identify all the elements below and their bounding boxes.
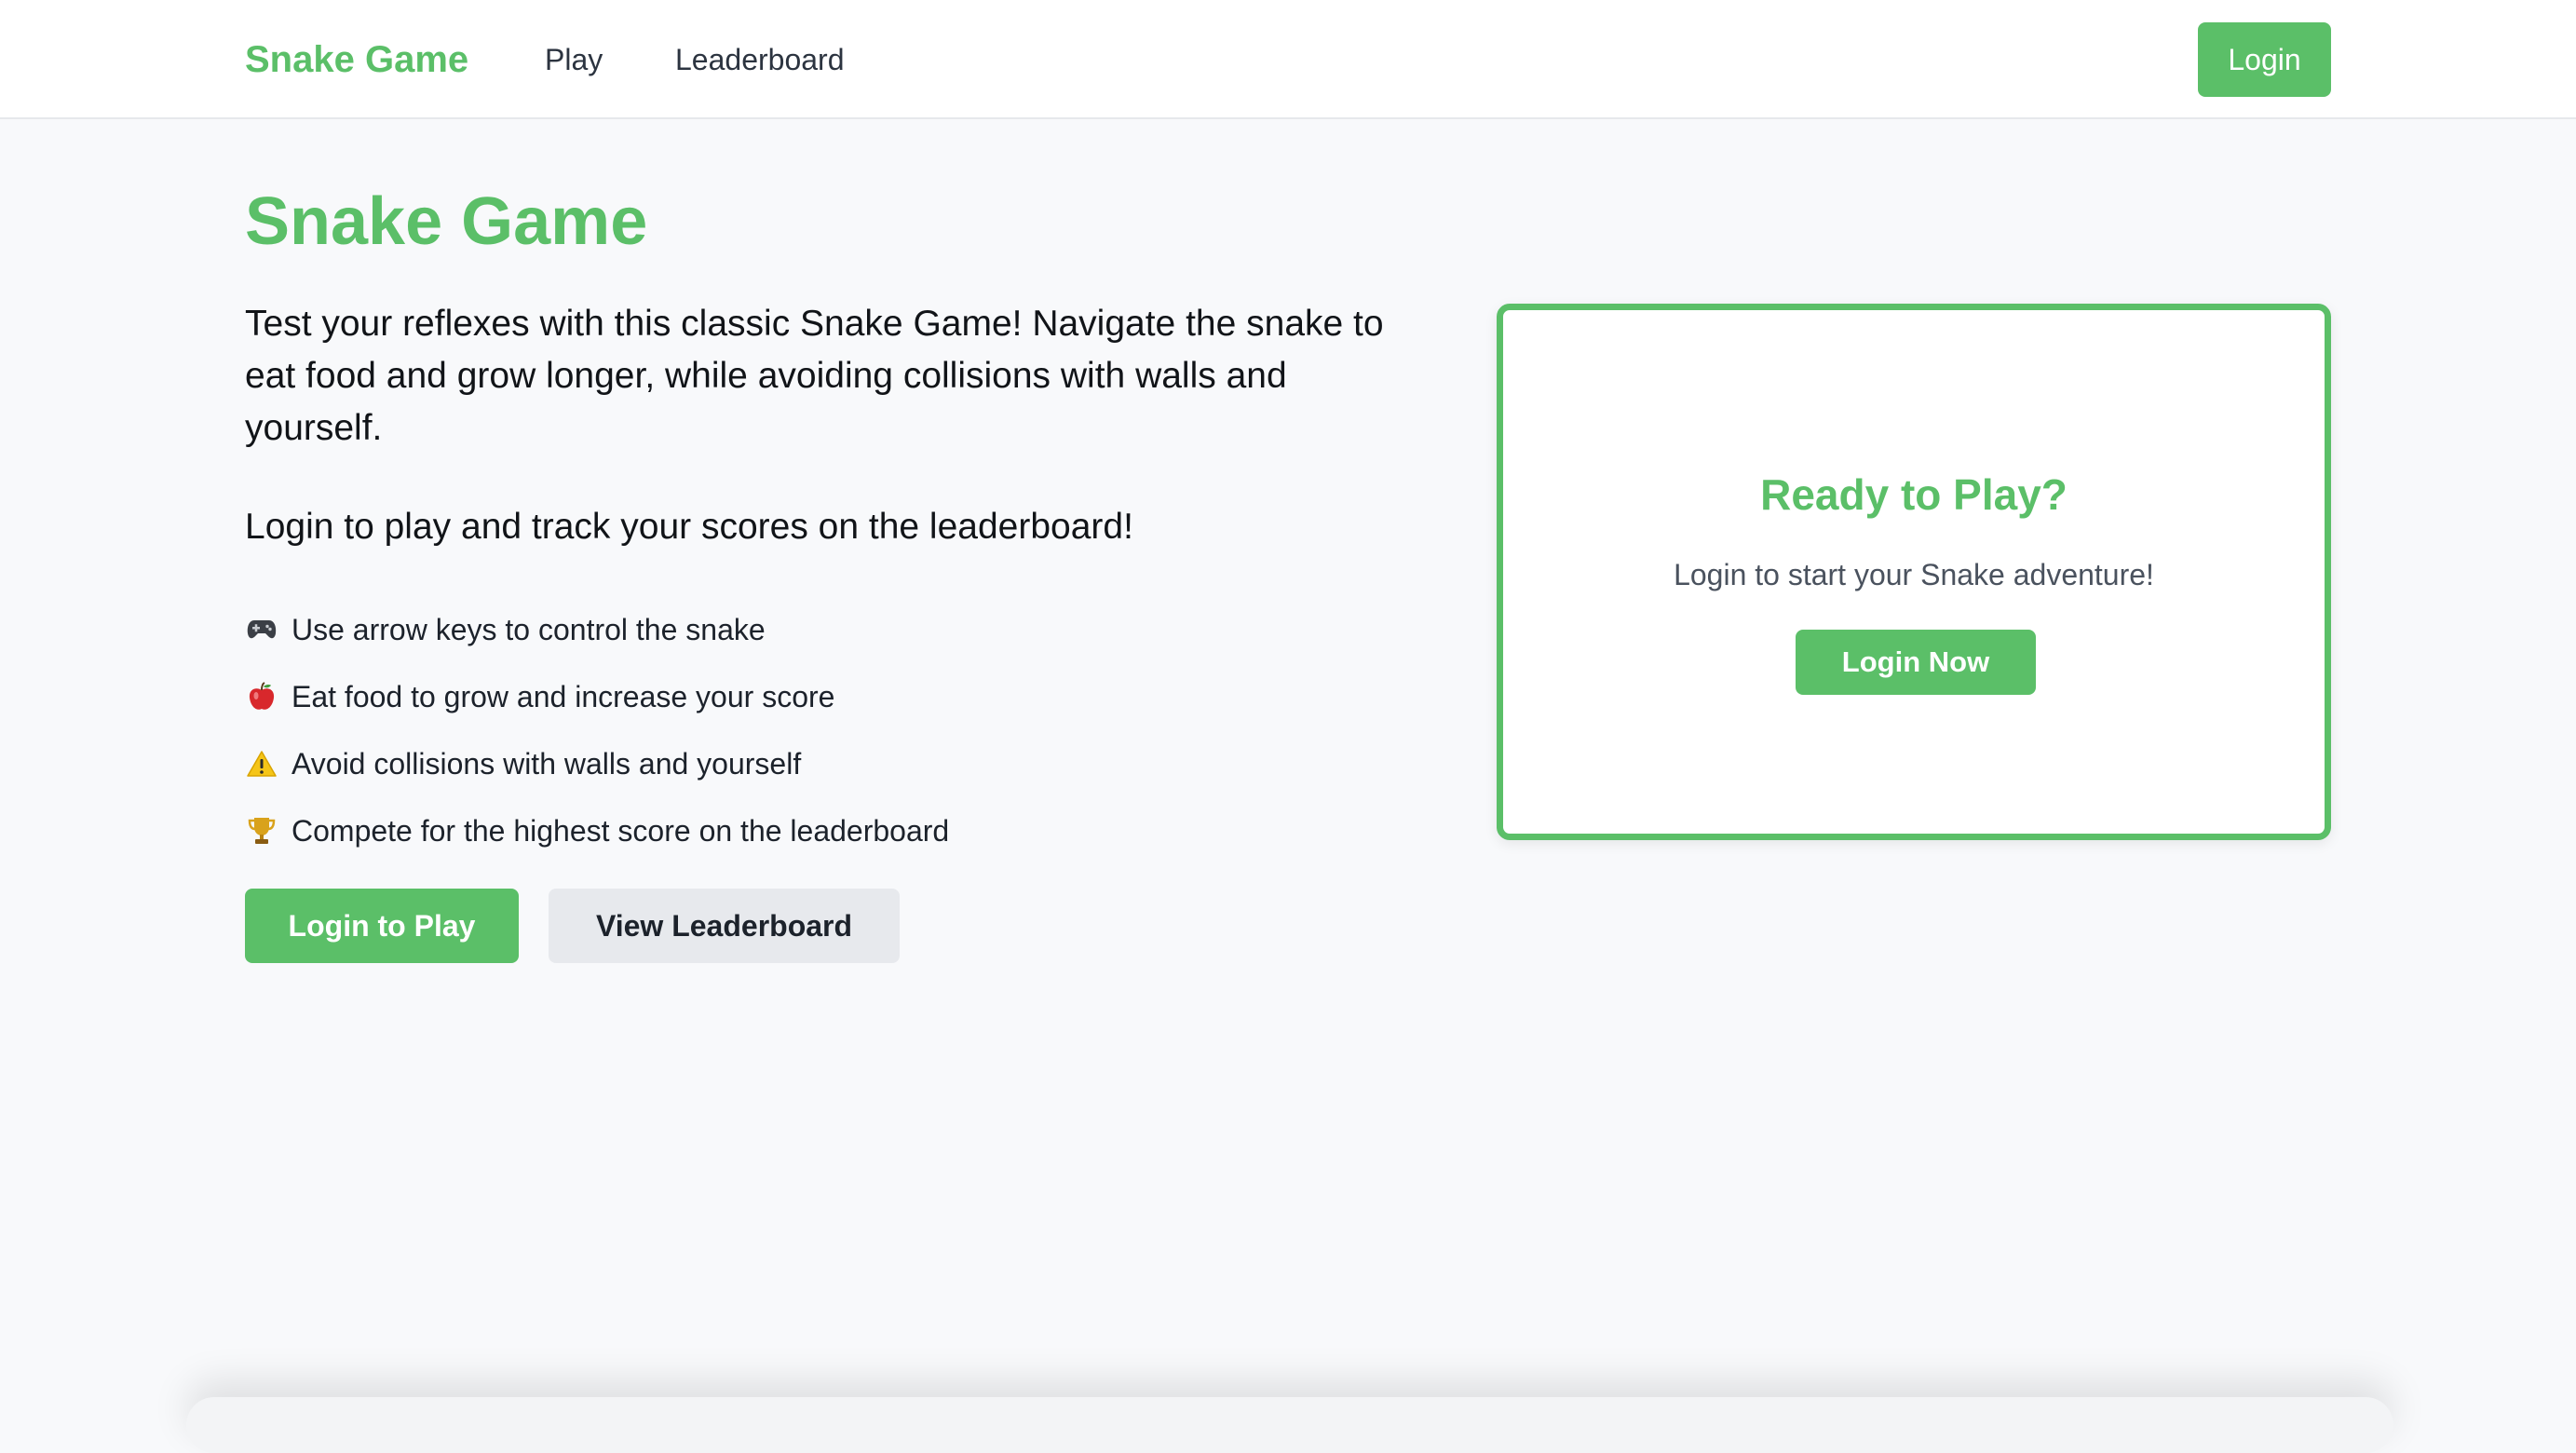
trophy-icon	[245, 814, 278, 848]
nav-link-leaderboard[interactable]: Leaderboard	[675, 41, 844, 78]
warning-icon	[245, 747, 278, 781]
card-subtitle: Login to start your Snake adventure!	[1674, 558, 2154, 591]
nav-login-button[interactable]: Login	[2198, 22, 2331, 97]
login-prompt-text: Login to play and track your scores on t…	[245, 507, 1133, 547]
card-title: Ready to Play?	[1760, 470, 2068, 519]
feature-text: Compete for the highest score on the lea…	[291, 813, 950, 848]
login-to-play-button[interactable]: Login to Play	[245, 889, 519, 963]
brand-logo[interactable]: Snake Game	[245, 37, 468, 82]
feature-item: Compete for the highest score on the lea…	[245, 797, 949, 864]
feature-item: Avoid collisions with walls and yourself	[245, 730, 949, 797]
navbar: Snake Game Play Leaderboard Login	[0, 0, 2576, 119]
gamepad-icon	[245, 613, 278, 646]
login-now-button[interactable]: Login Now	[1796, 630, 2036, 695]
view-leaderboard-button[interactable]: View Leaderboard	[549, 889, 900, 963]
feature-text: Use arrow keys to control the snake	[291, 612, 766, 646]
footer-edge	[186, 1397, 2393, 1453]
feature-text: Eat food to grow and increase your score	[291, 679, 835, 713]
feature-item: Use arrow keys to control the snake	[245, 596, 949, 663]
apple-icon	[245, 680, 278, 713]
page-title: Snake Game	[245, 184, 648, 259]
nav-link-play[interactable]: Play	[545, 41, 603, 78]
feature-list: Use arrow keys to control the snake Eat …	[245, 596, 949, 864]
feature-item: Eat food to grow and increase your score	[245, 663, 949, 730]
ready-to-play-card: Ready to Play? Login to start your Snake…	[1497, 304, 2331, 840]
feature-text: Avoid collisions with walls and yourself	[291, 746, 802, 781]
intro-text: Test your reflexes with this classic Sna…	[245, 304, 1384, 448]
